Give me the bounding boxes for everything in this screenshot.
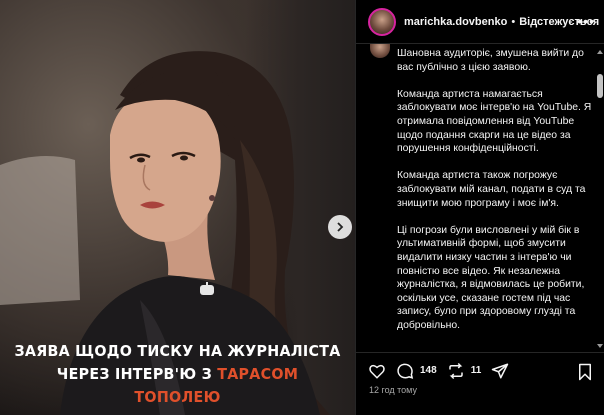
scrollbar-thumb[interactable] (597, 74, 603, 98)
chevron-right-icon (337, 222, 344, 232)
separator-dot: • (511, 15, 516, 28)
comment-button[interactable]: 148 (396, 362, 437, 380)
overlay-line-1: ЗАЯВА ЩОДО ТИСКУ НА ЖУРНАЛІСТА (14, 342, 341, 360)
caption-text: Шановна аудиторіє, змушена вийти до вас … (397, 47, 593, 346)
caption-paragraph: Шановна аудиторіє, змушена вийти до вас … (397, 48, 584, 73)
more-options-icon[interactable]: ••• (577, 13, 595, 29)
post-side-panel: marichka.dovbenko • Відстежується ••• Ша… (355, 0, 604, 415)
caption-avatar[interactable] (370, 44, 390, 58)
caption-area: Шановна аудиторіє, змушена вийти до вас … (356, 44, 604, 352)
post-media[interactable]: ЗАЯВА ЩОДО ТИСКУ НА ЖУРНАЛІСТА ЧЕРЕЗ ІНТ… (0, 0, 355, 415)
heart-icon (369, 364, 385, 379)
caption-paragraph: Ці погрози були висловлені у мій бік в у… (397, 224, 585, 331)
scroll-up-arrow[interactable] (597, 50, 603, 54)
share-icon (492, 363, 509, 378)
caption-paragraph: Команда артиста також погрожує заблокува… (397, 170, 586, 209)
share-button[interactable] (491, 362, 509, 380)
next-media-button[interactable] (328, 215, 352, 239)
bookmark-icon (579, 363, 591, 381)
video-title-overlay: ЗАЯВА ЩОДО ТИСКУ НА ЖУРНАЛІСТА ЧЕРЕЗ ІНТ… (14, 340, 341, 409)
action-bar: 148 11 (356, 352, 604, 388)
username-link[interactable]: marichka.dovbenko (404, 16, 507, 28)
post-header: marichka.dovbenko • Відстежується ••• (356, 0, 604, 44)
comment-icon (397, 363, 414, 379)
repost-button[interactable]: 11 (447, 362, 482, 380)
overlay-line-2-prefix: ЧЕРЕЗ ІНТЕРВ'Ю З (56, 365, 218, 383)
post-timestamp[interactable]: 12 год тому (369, 385, 417, 395)
overlay-line-2: ЧЕРЕЗ ІНТЕРВ'Ю З ТАРАСОМ ТОПОЛЕЮ (14, 363, 341, 409)
comment-count: 148 (420, 365, 437, 376)
like-button[interactable] (368, 362, 386, 380)
scroll-down-arrow[interactable] (597, 344, 603, 348)
caption-paragraph: Команда артиста намагається заблокувати … (397, 88, 592, 155)
repost-count: 11 (470, 365, 482, 376)
avatar[interactable] (368, 7, 396, 36)
save-button[interactable] (577, 363, 593, 386)
repost-icon (448, 362, 463, 379)
